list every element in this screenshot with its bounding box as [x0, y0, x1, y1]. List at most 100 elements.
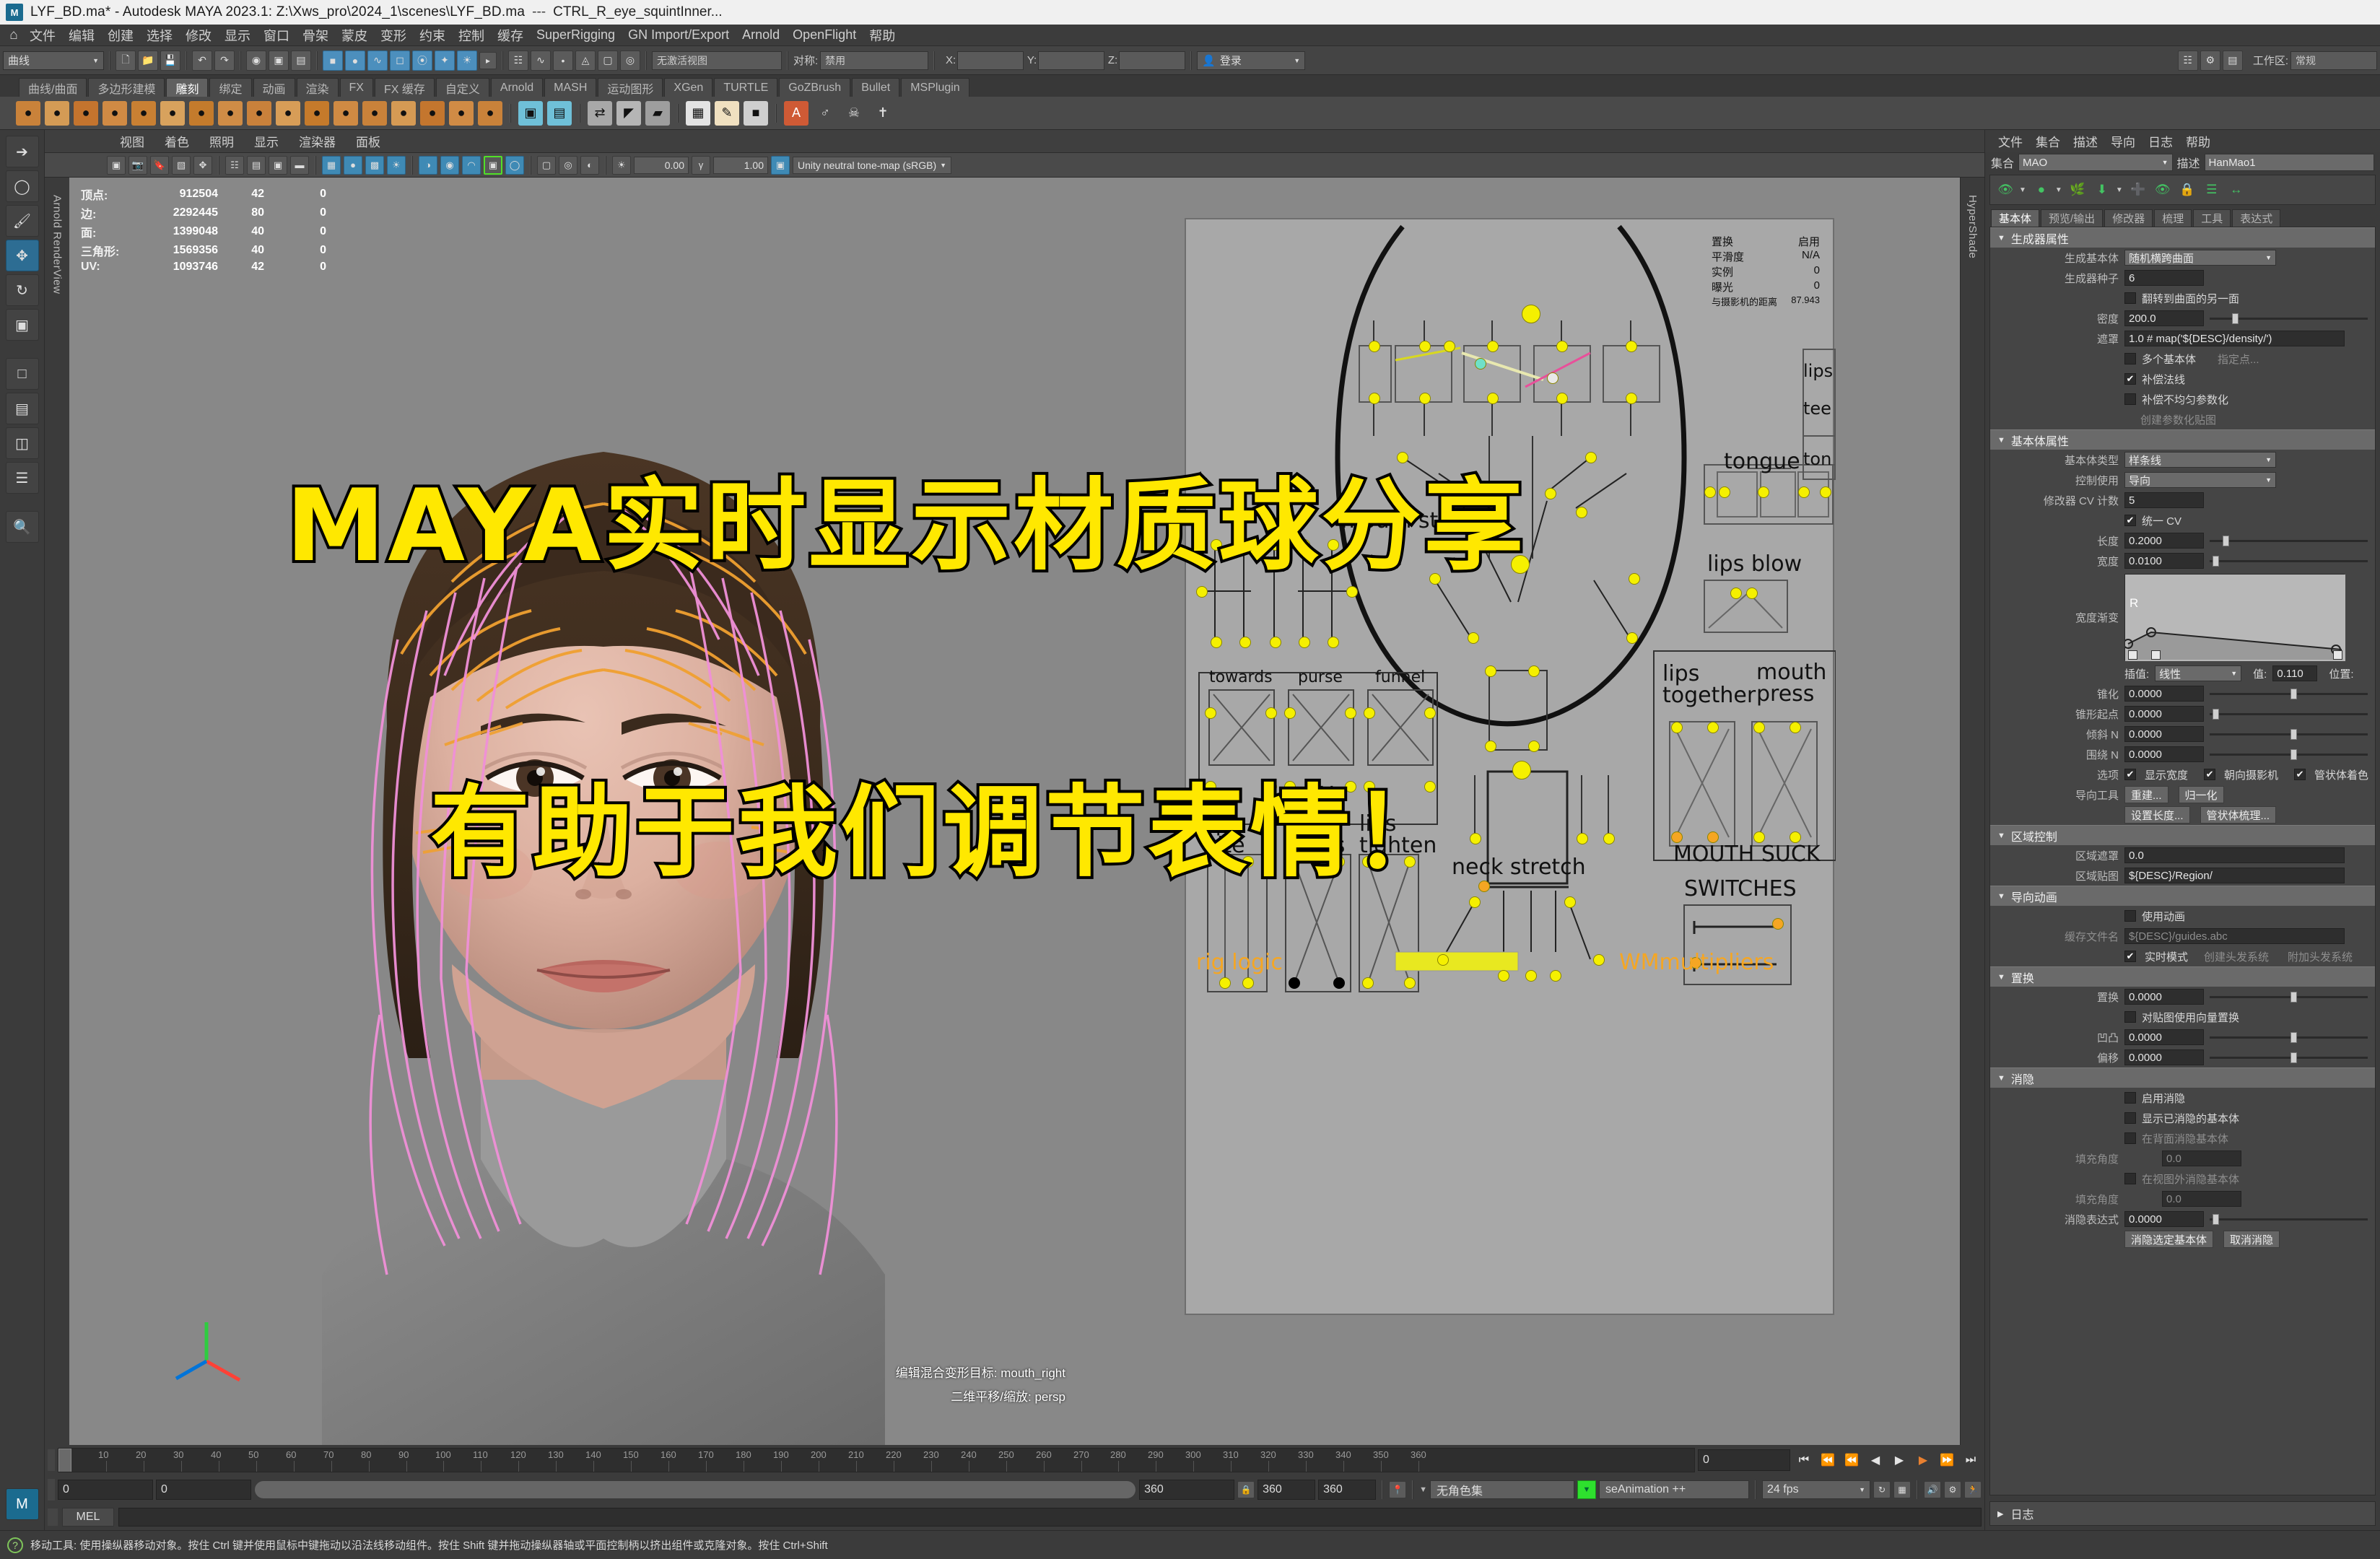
attr-input[interactable]: 0.0 — [2124, 847, 2345, 863]
slider-handle[interactable] — [2290, 729, 2297, 740]
attr-input[interactable]: 1.0 # map('${DESC}/density/') — [2124, 331, 2345, 346]
attr-input[interactable]: 0.0000 — [2124, 1029, 2204, 1045]
attr-input[interactable]: 0.0 — [2162, 1191, 2241, 1207]
scrape-brush-icon[interactable]: ● — [334, 100, 358, 126]
mask-deformers-icon[interactable]: ⦿ — [412, 50, 432, 71]
shelf-tab-xgen[interactable]: XGen — [664, 78, 713, 97]
symmetry-dropdown[interactable]: 禁用 — [820, 51, 929, 70]
timeslider-grip[interactable] — [48, 1449, 55, 1471]
attr-checkbox[interactable] — [2124, 353, 2136, 364]
attr-action-link[interactable]: 创建头发系统 — [2204, 949, 2269, 964]
xgen-mirror-guide-icon[interactable]: ☰ — [2201, 179, 2223, 201]
xgen-tab-preview-output[interactable]: 预览/输出 — [2041, 209, 2104, 227]
attr-slider[interactable] — [2210, 706, 2371, 722]
xgen-add-guides-icon[interactable]: 🌿 — [2067, 179, 2088, 201]
attr-section-header[interactable]: ▼ 消隐 — [1990, 1067, 2375, 1088]
shelf-tab-mash[interactable]: MASH — [544, 78, 597, 97]
attr-slider[interactable] — [2210, 533, 2371, 549]
attr-input[interactable]: 0.2000 — [2124, 533, 2204, 549]
attr-slider[interactable] — [2210, 553, 2371, 569]
select-by-object-icon[interactable]: ▣ — [269, 50, 289, 71]
mirror-icon[interactable]: ◤ — [616, 100, 641, 126]
hypergraph-layout-icon[interactable]: ☰ — [5, 462, 39, 494]
attr-secondary-action[interactable]: 指定点... — [2218, 351, 2259, 367]
attr-input[interactable]: 0.0000 — [2124, 746, 2204, 762]
depth-of-field-icon[interactable]: ◯ — [505, 155, 524, 175]
smooth-brush-icon[interactable]: ● — [45, 100, 69, 126]
interpolation-dropdown[interactable]: 线性 ▼ — [2155, 665, 2242, 681]
xgen-description-field[interactable]: HanMao1 — [2204, 154, 2375, 171]
attr-checkbox[interactable] — [2124, 1112, 2136, 1124]
shelf-tab-motion-graphics[interactable]: 运动图形 — [598, 78, 663, 97]
menu-item-file[interactable]: 文件 — [23, 25, 62, 46]
menu-item-gn-import-export[interactable]: GN Import/Export — [622, 26, 736, 44]
motion-blur-icon[interactable]: ◠ — [462, 155, 481, 175]
slider-handle[interactable] — [2222, 536, 2229, 546]
xgen-menu-guide[interactable]: 导向 — [2105, 131, 2141, 151]
range-min-field[interactable]: 0 — [156, 1480, 251, 1500]
attr-section-header[interactable]: ▼ 导向动画 — [1990, 886, 2375, 906]
attr-checkbox[interactable] — [2124, 393, 2136, 405]
gamma-field[interactable]: 1.00 — [713, 156, 768, 174]
range-start-field[interactable]: 0 — [58, 1480, 153, 1500]
shelf-tab-animation[interactable]: 动画 — [253, 78, 295, 97]
chevron-down-icon[interactable]: ▼ — [2055, 186, 2062, 194]
facial-rig-picker-panel[interactable]: mouth sticky tongue lips blow towards pu… — [1185, 218, 1836, 1315]
attr-dropdown[interactable]: 样条线 ▼ — [2124, 452, 2276, 468]
move-tool-icon[interactable]: ✥ — [5, 240, 39, 271]
mask-dynamics-icon[interactable]: ✦ — [435, 50, 455, 71]
single-view-layout-icon[interactable]: □ — [5, 358, 39, 390]
tonemap-dropdown[interactable]: Unity neutral tone-map (sRGB) ▼ — [793, 156, 951, 174]
playback-speed-dropdown[interactable]: 24 fps ▼ — [1762, 1480, 1870, 1499]
attr-slider[interactable] — [2210, 1029, 2371, 1045]
menu-item-edit[interactable]: 编辑 — [62, 25, 101, 46]
fill-brush-icon[interactable]: ● — [362, 100, 387, 126]
exposure-icon[interactable]: ☀ — [612, 155, 631, 175]
show-attribute-editor-icon[interactable]: ☷ — [2177, 50, 2198, 71]
menu-item-skeleton[interactable]: 骨架 — [296, 25, 335, 46]
viewport-menu-show[interactable]: 显示 — [244, 131, 289, 152]
shelf-tab-rendering[interactable]: 渲染 — [296, 78, 339, 97]
lasso-tool-icon[interactable]: ◯ — [5, 170, 39, 202]
mask-surfaces-icon[interactable]: ◻ — [390, 50, 410, 71]
cross-icon[interactable]: ✝ — [871, 100, 895, 126]
step-back-frame-icon[interactable]: ⏪ — [1841, 1450, 1862, 1470]
menu-item-skin[interactable]: 蒙皮 — [335, 25, 374, 46]
attr-dropdown[interactable]: 导向 ▼ — [2124, 472, 2276, 488]
gate-mask-icon[interactable]: ▬ — [290, 155, 309, 175]
xgen-flip-guide-icon[interactable]: ↔ — [2226, 179, 2247, 201]
viewport-menu-panels[interactable]: 面板 — [346, 131, 391, 152]
perspective-viewport[interactable]: 顶点: 912504 42 0 边: 2292445 80 0 面: 13990… — [69, 178, 1960, 1445]
xgen-menu-description[interactable]: 描述 — [2067, 131, 2104, 151]
shelf-tab-fx-cache[interactable]: FX 缓存 — [374, 78, 435, 97]
attr-section-header[interactable]: ▼ 基本体属性 — [1990, 429, 2375, 450]
wax-brush-icon[interactable]: ● — [305, 100, 329, 126]
attr-checkbox[interactable] — [2124, 1173, 2136, 1184]
slider-handle[interactable] — [2290, 1032, 2297, 1043]
foamy-brush-icon[interactable]: ● — [189, 100, 214, 126]
attr-checkbox[interactable]: ✔ — [2124, 951, 2136, 962]
width-ramp-widget[interactable]: R — [2123, 574, 2345, 661]
attr-input[interactable]: 0.0000 — [2124, 706, 2204, 722]
step-back-key-icon[interactable]: ⏪ — [1817, 1450, 1839, 1470]
imprint-brush-icon[interactable]: ● — [276, 100, 300, 126]
selection-mode-dropdown[interactable]: 曲线 ▼ — [3, 51, 104, 70]
select-by-component-icon[interactable]: ▤ — [291, 50, 311, 71]
ramp-marker[interactable] — [2333, 650, 2342, 660]
menu-item-help[interactable]: 帮助 — [863, 25, 902, 46]
repeat-brush-icon[interactable]: ● — [247, 100, 271, 126]
shelf-tab-gozbrush[interactable]: GoZBrush — [779, 78, 851, 97]
relax-brush-icon[interactable]: ● — [74, 100, 98, 126]
attr-input[interactable]: 0.0 — [2162, 1150, 2241, 1166]
xray-active-components-icon[interactable]: ◐ — [580, 155, 599, 175]
attr-slider[interactable] — [2210, 1049, 2371, 1065]
four-view-layout-icon[interactable]: ▤ — [5, 393, 39, 424]
redo-button[interactable]: ↷ — [214, 50, 235, 71]
bookmark-icon[interactable]: 🔖 — [150, 155, 169, 175]
anim-layer-indicator[interactable]: ▼ — [1577, 1480, 1596, 1499]
snap-to-view-plane-icon[interactable]: ▢ — [598, 50, 618, 71]
mask-rendering-icon[interactable]: ☀ — [457, 50, 477, 71]
slider-handle[interactable] — [2290, 992, 2297, 1003]
snap-to-grid-icon[interactable]: ☷ — [508, 50, 528, 71]
mask-handle-icon[interactable]: ■ — [323, 50, 343, 71]
